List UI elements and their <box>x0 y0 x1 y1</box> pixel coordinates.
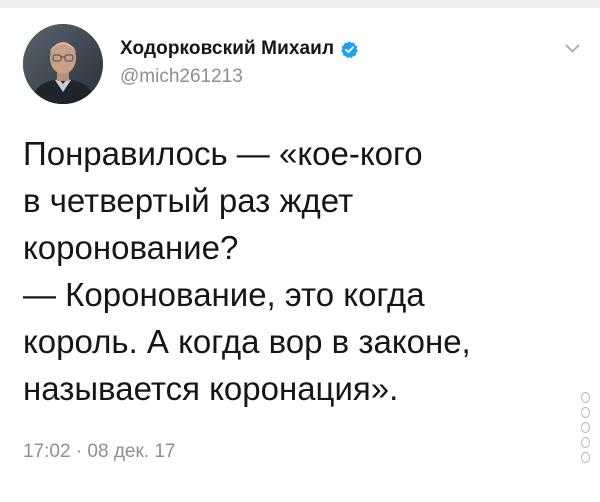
scroll-dot <box>581 392 590 403</box>
tweet-line: — Коронование, это когда <box>23 276 425 313</box>
scroll-dot <box>581 452 590 463</box>
scroll-dot <box>581 437 590 448</box>
author-name-row[interactable]: Ходорковский Михаил <box>120 38 359 60</box>
tweet-line: король. А когда вор в законе, <box>23 323 471 360</box>
chevron-down-icon[interactable] <box>565 44 580 54</box>
tweet-text: Понравилось — «кое-кого в четвертый раз … <box>23 130 563 412</box>
tweet-line: в четвертый раз ждет <box>23 182 354 219</box>
verified-badge-icon <box>341 40 358 58</box>
tweet-line: коронование? <box>23 229 239 266</box>
tweet-timestamp[interactable]: 17:02 · 08 дек. 17 <box>23 441 176 463</box>
author-handle[interactable]: @mich261213 <box>120 66 243 88</box>
author-display-name[interactable]: Ходорковский Михаил <box>120 38 334 60</box>
scroll-dot <box>581 422 590 433</box>
scroll-dot <box>581 407 590 418</box>
tweet-line: называется коронация». <box>23 370 399 407</box>
avatar[interactable] <box>23 24 103 104</box>
tweet-line: Понравилось — «кое-кого <box>23 135 423 172</box>
scroll-indicator <box>581 392 593 463</box>
top-divider <box>0 0 600 8</box>
avatar-portrait <box>23 24 103 104</box>
